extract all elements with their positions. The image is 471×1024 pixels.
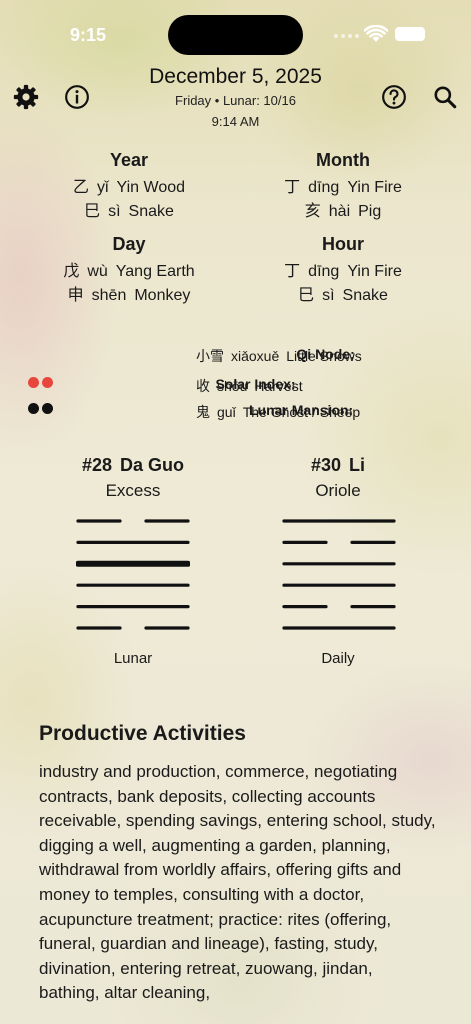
search-icon[interactable]	[432, 84, 458, 110]
pillar-stem: 戊 wù Yang Earth	[29, 260, 229, 284]
activities-title: Productive Activities	[39, 722, 246, 745]
pillar-heading: Month	[316, 150, 370, 170]
lunar-mansion-row: Lunar Mansion: 鬼 guǐ The Ghost / Sheep	[196, 402, 360, 422]
stem-char: 丁	[284, 179, 301, 196]
stem-pinyin: yǐ	[96, 179, 109, 196]
info-icon[interactable]	[64, 84, 90, 110]
branch-meaning: Pig	[358, 203, 382, 220]
solar-index-label: Solar Index:	[215, 376, 296, 392]
hexagram-daily-figure	[282, 519, 396, 630]
pillar-branch: 申 shēn Monkey	[29, 284, 229, 308]
red-dot-icon	[42, 377, 53, 388]
pillar-stem: 丁 dīng Yin Fire	[243, 176, 443, 200]
pillar-branch: 巳 sì Snake	[29, 200, 229, 224]
stem-meaning: Yin Wood	[116, 179, 186, 196]
branch-pinyin: hài	[328, 203, 351, 220]
wifi-icon	[364, 25, 388, 42]
hexagram-number: #28	[81, 455, 113, 475]
screen: 9:15 December 5, 2025 Friday • Lunar: 10…	[0, 0, 471, 1024]
lunar-mansion-dots	[28, 403, 53, 414]
pillar-year: Year 乙 yǐ Yin Wood 巳 sì Snake	[29, 150, 229, 224]
branch-char: 亥	[304, 203, 321, 220]
hexagram-name: Da Guo	[120, 455, 185, 475]
hexagram-lunar-title: #28 Da Guo	[53, 455, 213, 476]
pillar-month: Month 丁 dīng Yin Fire 亥 hài Pig	[243, 150, 443, 224]
gear-icon[interactable]	[13, 84, 39, 110]
dynamic-island	[168, 15, 303, 55]
pillar-branch: 巳 sì Snake	[243, 284, 443, 308]
solar-index-char: 收	[196, 378, 210, 394]
solar-index-dots	[28, 377, 53, 388]
stem-pinyin: wù	[87, 263, 108, 280]
battery-icon	[395, 27, 425, 41]
pillar-hour: Hour 丁 dīng Yin Fire 巳 sì Snake	[243, 234, 443, 308]
hexagram-lunar-figure	[76, 519, 190, 630]
stem-pinyin: dīng	[308, 179, 340, 196]
hexagram-daily-meaning: Oriole	[315, 481, 361, 500]
hexagram-name: Li	[349, 455, 366, 475]
branch-meaning: Snake	[342, 287, 388, 304]
current-time: 9:14 AM	[211, 114, 260, 129]
stem-char: 丁	[284, 263, 301, 280]
stem-pinyin: dīng	[308, 263, 340, 280]
stem-meaning: Yin Fire	[347, 263, 402, 280]
pillar-stem: 乙 yǐ Yin Wood	[29, 176, 229, 200]
hexagram-daily-caption: Daily	[321, 650, 355, 667]
stem-meaning: Yin Fire	[347, 179, 402, 196]
stem-meaning: Yang Earth	[115, 263, 195, 280]
pillar-stem: 丁 dīng Yin Fire	[243, 260, 443, 284]
status-time: 9:15	[70, 25, 107, 45]
hexagram-daily-title: #30 Li	[258, 455, 418, 476]
branch-char: 巳	[298, 287, 315, 304]
pillar-day: Day 戊 wù Yang Earth 申 shēn Monkey	[29, 234, 229, 308]
qi-node-pinyin: xiǎoxuě	[231, 348, 280, 364]
black-dot-icon	[28, 403, 39, 414]
pillar-heading: Day	[112, 234, 146, 254]
lunar-mansion-label: Lunar Mansion:	[248, 402, 354, 418]
solar-index-row: Solar Index: 收 shōu Harvest	[196, 376, 303, 396]
black-dot-icon	[42, 403, 53, 414]
branch-meaning: Snake	[128, 203, 174, 220]
qi-node-label: Qi Node:	[296, 346, 355, 362]
qi-node-row: Qi Node: 小雪 xiǎoxuě Little Snows	[196, 346, 362, 366]
branch-char: 巳	[84, 203, 101, 220]
stem-char: 乙	[72, 179, 89, 196]
lunar-mansion-char: 鬼	[196, 404, 210, 420]
red-dot-icon	[28, 377, 39, 388]
signal-icon	[334, 34, 359, 38]
help-icon[interactable]	[381, 84, 407, 110]
hexagram-lunar-caption: Lunar	[113, 650, 153, 667]
pillar-heading: Year	[109, 150, 149, 170]
branch-char: 申	[67, 287, 84, 304]
branch-pinyin: shēn	[91, 287, 127, 304]
qi-node-char: 小雪	[196, 348, 224, 364]
pillar-branch: 亥 hài Pig	[243, 200, 443, 224]
activities-text: industry and production, commerce, negot…	[39, 762, 436, 1003]
pillar-heading: Hour	[322, 234, 364, 254]
branch-pinyin: sì	[322, 287, 335, 304]
hexagram-number: #30	[310, 455, 342, 475]
stem-char: 戊	[63, 263, 80, 280]
hexagram-lunar-meaning: Excess	[105, 481, 161, 500]
lunar-mansion-pinyin: guǐ	[217, 404, 236, 420]
branch-pinyin: sì	[108, 203, 121, 220]
branch-meaning: Monkey	[134, 287, 191, 304]
